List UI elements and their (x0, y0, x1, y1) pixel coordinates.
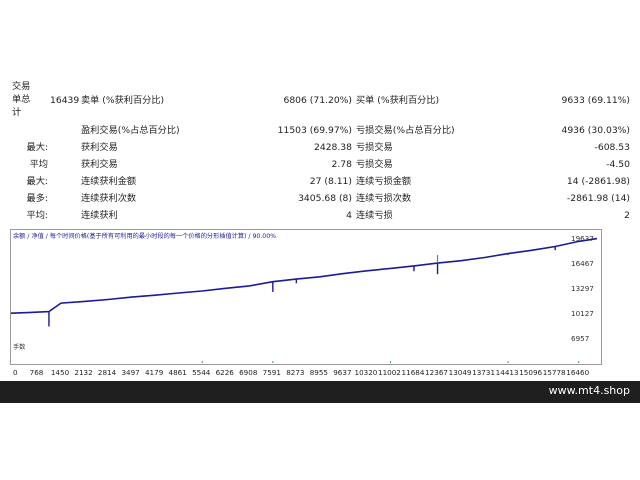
short-trades-value: 6806 (71.20%) (283, 95, 352, 106)
stats-row-value-left: 3405.68 (8) (298, 193, 352, 204)
stats-row-prefix: 最多: (26, 193, 48, 204)
stats-row-label-right: 连续亏损金额 (356, 176, 412, 187)
x-tick-label: 15096 (519, 368, 542, 377)
balance-chart-panel: 余额 / 净值 / 每个时间价格(基于所有可利用的最小时段的每一个价格的分形插值… (10, 229, 602, 343)
stats-row-label-right: 连续亏损 (356, 210, 393, 221)
x-tick-label: 13731 (472, 368, 495, 377)
x-tick-label: 3497 (121, 368, 139, 377)
x-tick-label: 2814 (98, 368, 117, 377)
stats-row-value-right: -608.53 (594, 142, 630, 153)
chart-legend: 余额 / 净值 / 每个时间价格(基于所有可利用的最小时段的每一个价格的分形插值… (13, 232, 276, 240)
stats-row-value-left: 4 (346, 210, 352, 221)
stats-row-value-right: -4.50 (606, 159, 630, 170)
stats-row-value-right: -2861.98 (14) (566, 193, 630, 204)
stats-row-prefix: 最大: (26, 176, 48, 187)
x-tick-label: 2132 (74, 368, 92, 377)
stats-row: 最大: 连续获利金额 27 (8.11) 连续亏损金额 14 (-2861.98… (0, 173, 640, 190)
x-tick-label: 4179 (145, 368, 164, 377)
long-trades-value: 9633 (69.11%) (561, 95, 630, 106)
x-tick-label: 0 (13, 368, 18, 377)
x-tick-label: 1450 (51, 368, 70, 377)
stats-row-label-left: 连续获利 (81, 210, 118, 221)
loss-trades-label: 亏损交易(%占总百分比) (356, 125, 455, 136)
stats-row-value-left: 2428.38 (314, 142, 352, 153)
x-tick-label: 8955 (310, 368, 328, 377)
x-tick-label: 7591 (263, 368, 281, 377)
x-tick-label: 5544 (192, 368, 211, 377)
y-tick-label: 16467 (571, 259, 594, 268)
stats-row: 平均: 连续获利 4 连续亏损 2 (0, 207, 640, 224)
x-tick-label: 11002 (378, 368, 401, 377)
x-tick-label: 768 (30, 368, 44, 377)
stats-row: 最大: 获利交易 2428.38 亏损交易 -608.53 (0, 139, 640, 156)
stats-row-label-right: 亏损交易 (356, 159, 393, 170)
stats-row-short-long: 16439 卖单 (%获利百分比) 6806 (71.20%) 买单 (%获利百… (0, 92, 640, 109)
stats-row-value-right: 2 (624, 210, 630, 221)
subpanel-label: 手数 (13, 343, 26, 351)
x-tick-label: 8273 (286, 368, 304, 377)
stats-row-label-right: 连续亏损次数 (356, 193, 412, 204)
stats-row-label-right: 亏损交易 (356, 142, 393, 153)
stats-row-value-left: 27 (8.11) (309, 176, 352, 187)
profit-trades-value: 11503 (69.97%) (277, 125, 352, 136)
x-axis-labels: 0 768 1450 2132 2814 3497 4179 4861 5544 6226 6908… (13, 368, 590, 377)
loss-trades-value: 4936 (30.03%) (561, 125, 630, 136)
balance-series-line (10, 237, 598, 314)
x-tick-label: 6908 (239, 368, 258, 377)
x-tick-label: 15778 (543, 368, 566, 377)
x-tick-label: 13049 (449, 368, 472, 377)
short-trades-label: 卖单 (%获利百分比) (81, 95, 165, 106)
x-tick-label: 10320 (355, 368, 378, 377)
x-tick-label: 6226 (216, 368, 235, 377)
y-tick-label: 10127 (571, 309, 594, 318)
stats-row: 平均 获利交易 2.78 亏损交易 -4.50 (0, 156, 640, 173)
footer-bar: www.mt4.shop (0, 381, 640, 403)
footer-site-link[interactable]: www.mt4.shop (549, 384, 630, 397)
top-blank-area (0, 0, 640, 78)
stats-row-value-left: 2.78 (331, 159, 352, 170)
x-axis: 0 768 1450 2132 2814 3497 4179 4861 5544 6226 6908… (0, 366, 640, 380)
x-tick-label: 12367 (425, 368, 448, 377)
stats-row-label-left: 获利交易 (81, 159, 118, 170)
stats-row-prefix: 平均 (29, 159, 48, 170)
profit-trades-label: 盈利交易(%占总百分比) (81, 125, 180, 136)
x-tick-label: 11684 (402, 368, 425, 377)
stats-row-prefix: 平均: (26, 210, 48, 221)
x-tick-label: 16460 (566, 368, 589, 377)
stats-row-profit-loss: 盈利交易(%占总百分比) 11503 (69.97%) 亏损交易(%占总百分比)… (0, 122, 640, 139)
y-tick-label: 13297 (571, 284, 594, 293)
x-tick-label: 4861 (169, 368, 187, 377)
lots-subpanel: 手数 (10, 341, 602, 365)
stats-row-label-left: 获利交易 (81, 142, 118, 153)
x-tick-label: 9637 (333, 368, 351, 377)
balance-chart: 余额 / 净值 / 每个时间价格(基于所有可利用的最小时段的每一个价格的分形插值… (10, 232, 598, 343)
x-tick-label: 14413 (496, 368, 519, 377)
stats-row-label-left: 连续获利金额 (81, 176, 137, 187)
long-trades-label: 买单 (%获利百分比) (356, 95, 440, 106)
stats-row-value-right: 14 (-2861.98) (566, 176, 630, 187)
lots-chart: 手数 (13, 343, 580, 363)
total-trades-value: 16439 (50, 95, 80, 106)
stats-row-label-left: 连续获利次数 (81, 193, 137, 204)
stats-row: 最多: 连续获利次数 3405.68 (8) 连续亏损次数 -2861.98 (… (0, 190, 640, 207)
bottom-blank-area (0, 403, 640, 480)
stats-row-prefix: 最大: (26, 142, 48, 153)
